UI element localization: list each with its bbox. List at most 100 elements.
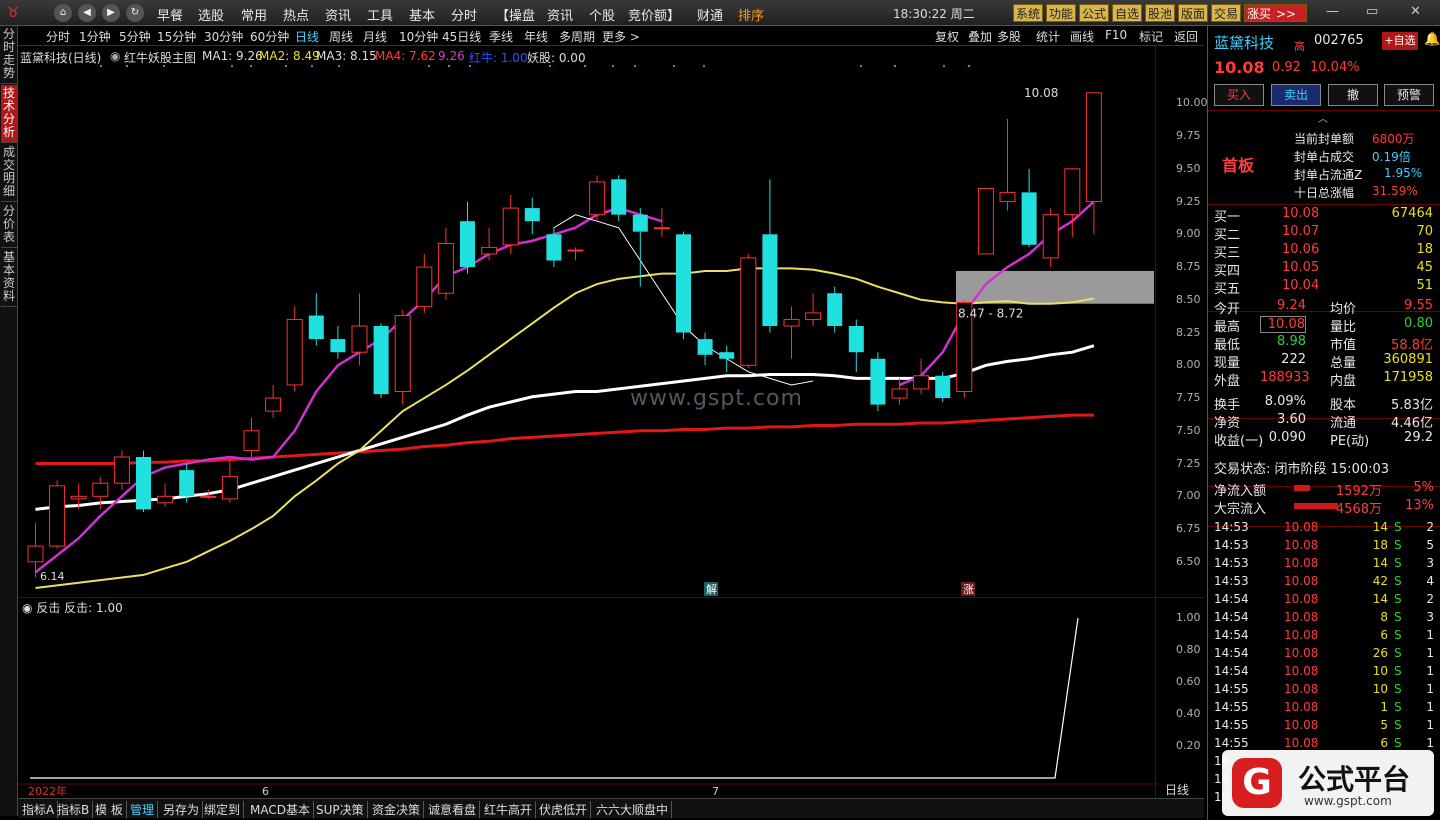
menu-item-13[interactable]: 排序 bbox=[738, 5, 764, 24]
menu-item-0[interactable]: 早餐 bbox=[157, 5, 183, 24]
candle-45[interactable] bbox=[999, 119, 1016, 211]
period-6[interactable]: 日线 bbox=[295, 28, 319, 45]
tool-0[interactable]: 复权 bbox=[935, 28, 959, 45]
add-favorite-button[interactable]: +自选 bbox=[1382, 32, 1418, 50]
tool-6[interactable]: 标记 bbox=[1139, 28, 1163, 45]
bottom-tab-12[interactable]: 六六大顺盘中 bbox=[596, 801, 673, 818]
candle-46[interactable] bbox=[1021, 168, 1037, 248]
back-icon[interactable]: ◀ bbox=[78, 4, 96, 22]
left-tab-2[interactable]: 成交明细 bbox=[1, 144, 17, 202]
expand-arrows-icon[interactable]: >> bbox=[1273, 4, 1307, 22]
collapse-up-icon[interactable]: ︿ bbox=[1318, 110, 1328, 125]
candle-12[interactable] bbox=[286, 306, 303, 392]
menu-item-10[interactable]: 个股 bbox=[589, 5, 615, 24]
candle-48[interactable] bbox=[1064, 168, 1081, 237]
menu-item-9[interactable]: 资讯 bbox=[547, 5, 573, 24]
menu-item-6[interactable]: 基本 bbox=[409, 5, 435, 24]
candle-44[interactable] bbox=[977, 187, 994, 255]
period-8[interactable]: 月线 bbox=[363, 28, 387, 45]
top-button-2[interactable]: 公式 bbox=[1079, 4, 1110, 22]
period-10[interactable]: 45日线 bbox=[442, 28, 481, 45]
period-4[interactable]: 30分钟 bbox=[204, 28, 243, 45]
candle-5[interactable] bbox=[136, 450, 151, 513]
top-button-6[interactable]: 交易 bbox=[1211, 4, 1242, 22]
bottom-tab-11[interactable]: 伏虎低开 bbox=[539, 801, 592, 818]
candle-10[interactable] bbox=[243, 417, 260, 457]
bottom-tab-6[interactable]: MACD基本 bbox=[250, 801, 314, 818]
refresh-icon[interactable]: ↻ bbox=[126, 4, 144, 22]
close-icon[interactable]: ✕ bbox=[1410, 4, 1421, 19]
menu-item-3[interactable]: 热点 bbox=[283, 5, 309, 24]
period-11[interactable]: 季线 bbox=[489, 28, 513, 45]
candle-17[interactable] bbox=[394, 310, 411, 405]
menu-item-2[interactable]: 常用 bbox=[241, 5, 267, 24]
candle-38[interactable] bbox=[848, 319, 864, 372]
bottom-tab-1[interactable]: 指标B bbox=[57, 801, 94, 818]
menu-item-12[interactable]: 财通 bbox=[697, 5, 723, 24]
top-button-4[interactable]: 股池 bbox=[1145, 4, 1176, 22]
candle-49[interactable] bbox=[1085, 92, 1102, 235]
candle-29[interactable] bbox=[653, 208, 670, 237]
candle-41[interactable] bbox=[913, 358, 930, 395]
candle-20[interactable] bbox=[460, 201, 475, 274]
bottom-tab-5[interactable]: 绑定到 bbox=[204, 801, 245, 818]
tool-4[interactable]: 画线 bbox=[1070, 28, 1094, 45]
candle-37[interactable] bbox=[827, 286, 843, 333]
sub-indicator-chart[interactable]: 2022年 6 7 bbox=[18, 598, 1158, 798]
candle-47[interactable] bbox=[1042, 208, 1059, 268]
period-7[interactable]: 周线 bbox=[329, 28, 353, 45]
bottom-tab-0[interactable]: 指标A bbox=[22, 801, 59, 818]
candle-33[interactable] bbox=[740, 253, 757, 368]
period-0[interactable]: 分时 bbox=[46, 28, 70, 45]
candle-4[interactable] bbox=[113, 450, 130, 490]
candle-13[interactable] bbox=[308, 293, 324, 346]
period-12[interactable]: 年线 bbox=[524, 28, 548, 45]
period-3[interactable]: 15分钟 bbox=[157, 28, 196, 45]
cancel-button[interactable]: 撤 bbox=[1328, 84, 1378, 106]
candle-6[interactable] bbox=[157, 483, 174, 507]
candle-31[interactable] bbox=[697, 332, 713, 366]
candle-22[interactable] bbox=[502, 195, 519, 254]
candle-18[interactable] bbox=[416, 253, 433, 313]
period-2[interactable]: 5分钟 bbox=[119, 28, 151, 45]
candle-34[interactable] bbox=[762, 179, 778, 333]
candle-42[interactable] bbox=[935, 371, 951, 402]
collapse-icon[interactable]: ◉ bbox=[22, 601, 32, 615]
tool-2[interactable]: 多股 bbox=[997, 28, 1021, 45]
sell-button[interactable]: 卖出 bbox=[1271, 84, 1321, 106]
top-button-5[interactable]: 版面 bbox=[1178, 4, 1209, 22]
candle-9[interactable] bbox=[221, 457, 238, 503]
period-1[interactable]: 1分钟 bbox=[79, 28, 111, 45]
notification-icon[interactable]: 🔔 bbox=[1424, 32, 1440, 47]
period-13[interactable]: 多周期 bbox=[559, 28, 595, 45]
menu-item-5[interactable]: 工具 bbox=[367, 5, 393, 24]
candle-27[interactable] bbox=[611, 175, 627, 222]
candle-30[interactable] bbox=[676, 231, 691, 340]
tool-3[interactable]: 统计 bbox=[1036, 28, 1060, 45]
bottom-tab-4[interactable]: 另存为 bbox=[163, 801, 204, 818]
menu-item-1[interactable]: 选股 bbox=[198, 5, 224, 24]
bottom-tab-3[interactable]: 管理 bbox=[130, 801, 159, 818]
candle-36[interactable] bbox=[805, 293, 822, 326]
candle-16[interactable] bbox=[373, 323, 389, 399]
top-button-1[interactable]: 功能 bbox=[1046, 4, 1077, 22]
menu-item-4[interactable]: 资讯 bbox=[325, 5, 351, 24]
left-tab-3[interactable]: 分价表 bbox=[1, 203, 17, 248]
alert-button[interactable]: 预警 bbox=[1384, 84, 1434, 106]
minimize-icon[interactable]: — bbox=[1326, 4, 1339, 19]
left-tab-4[interactable]: 基本资料 bbox=[1, 249, 17, 307]
menu-item-11[interactable]: 竞价额】 bbox=[628, 5, 680, 24]
candle-23[interactable] bbox=[524, 197, 540, 235]
candle-11[interactable] bbox=[265, 384, 282, 418]
candle-32[interactable] bbox=[719, 345, 735, 372]
bottom-tab-7[interactable]: SUP决策 bbox=[316, 801, 368, 818]
forward-icon[interactable]: ▶ bbox=[102, 4, 120, 22]
bottom-tab-2[interactable]: 模 板 bbox=[95, 801, 127, 818]
buy-button[interactable]: 买入 bbox=[1214, 84, 1264, 106]
bottom-tab-8[interactable]: 资金决策 bbox=[372, 801, 425, 818]
period-5[interactable]: 60分钟 bbox=[250, 28, 289, 45]
tool-5[interactable]: F10 bbox=[1105, 28, 1127, 42]
period-14[interactable]: 更多 > bbox=[602, 28, 640, 45]
menu-item-7[interactable]: 分时 bbox=[451, 5, 477, 24]
period-9[interactable]: 10分钟 bbox=[399, 28, 438, 45]
